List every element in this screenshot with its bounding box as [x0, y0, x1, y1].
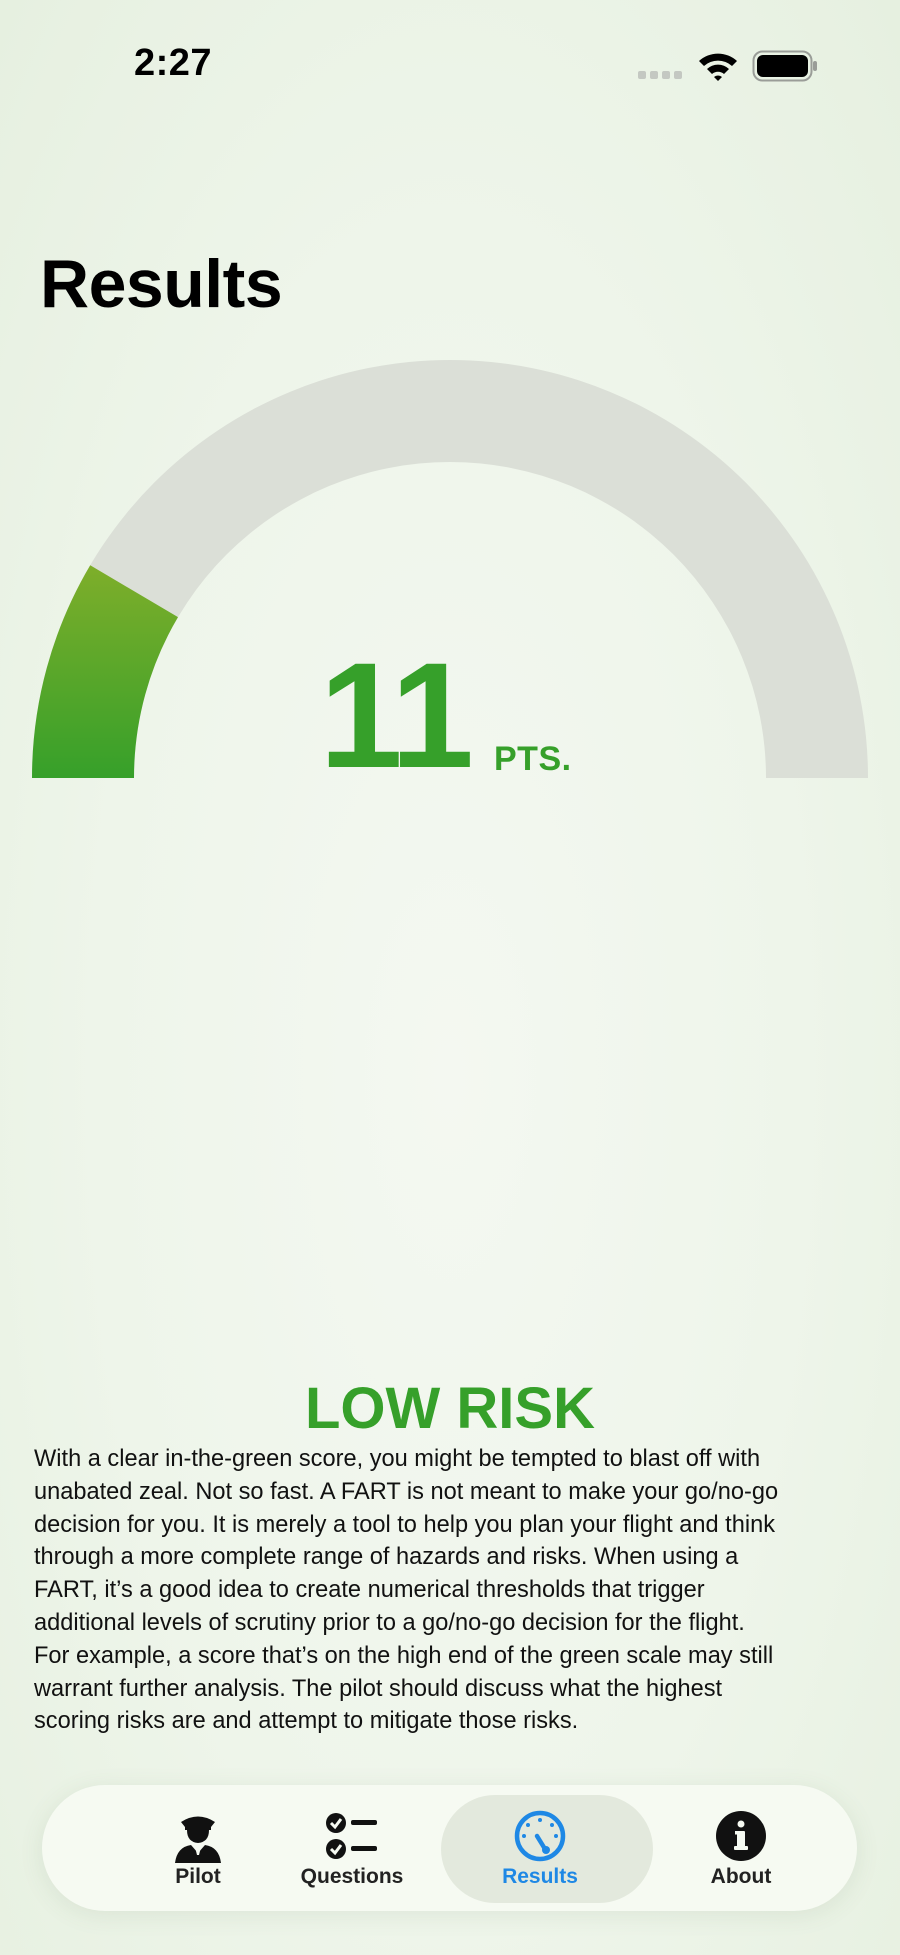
score-unit: PTS.	[494, 740, 572, 778]
status-bar: 2:27	[0, 0, 900, 130]
tab-about[interactable]: About	[641, 1785, 841, 1911]
tab-bar: Pilot Questions Results About	[42, 1785, 857, 1911]
description-line: With a clear in-the-green score, you mig…	[34, 1446, 761, 1472]
description-line: through a more complete range of hazards…	[34, 1544, 739, 1571]
page-title: Results	[40, 246, 283, 322]
description-line: For example, a score that’s on the high …	[34, 1642, 774, 1669]
description-line: FART, it’s a good idea to create numeric…	[34, 1577, 705, 1604]
description-line: decision for you. It is merely a tool to…	[34, 1511, 775, 1538]
tab-label: Results	[502, 1865, 578, 1888]
risk-description: With a clear in-the-green score, you mig…	[34, 1443, 874, 1738]
description-line: unabated zeal. Not so fast. A FART is no…	[34, 1478, 779, 1505]
tab-questions[interactable]: Questions	[252, 1785, 452, 1911]
description-line: warrant further analysis. The pilot shou…	[34, 1675, 723, 1702]
tab-label: Questions	[300, 1865, 404, 1888]
description-line: scoring risks are and attempt to mitigat…	[34, 1708, 579, 1735]
wifi-icon	[699, 53, 737, 81]
checklist-icon	[326, 1813, 377, 1859]
tab-results[interactable]: Results	[440, 1785, 640, 1911]
pilot-icon	[175, 1816, 221, 1863]
battery-icon	[752, 50, 817, 82]
tab-label: About	[710, 1865, 772, 1888]
status-time: 2:27	[134, 42, 213, 84]
description-line: additional levels of scrutiny prior to a…	[34, 1609, 745, 1636]
info-icon	[716, 1811, 766, 1861]
risk-level: LOW RISK	[305, 1376, 595, 1441]
cellular-signal-icon	[638, 71, 682, 79]
gauge-icon	[514, 1810, 566, 1862]
score-value: 11	[319, 631, 474, 799]
